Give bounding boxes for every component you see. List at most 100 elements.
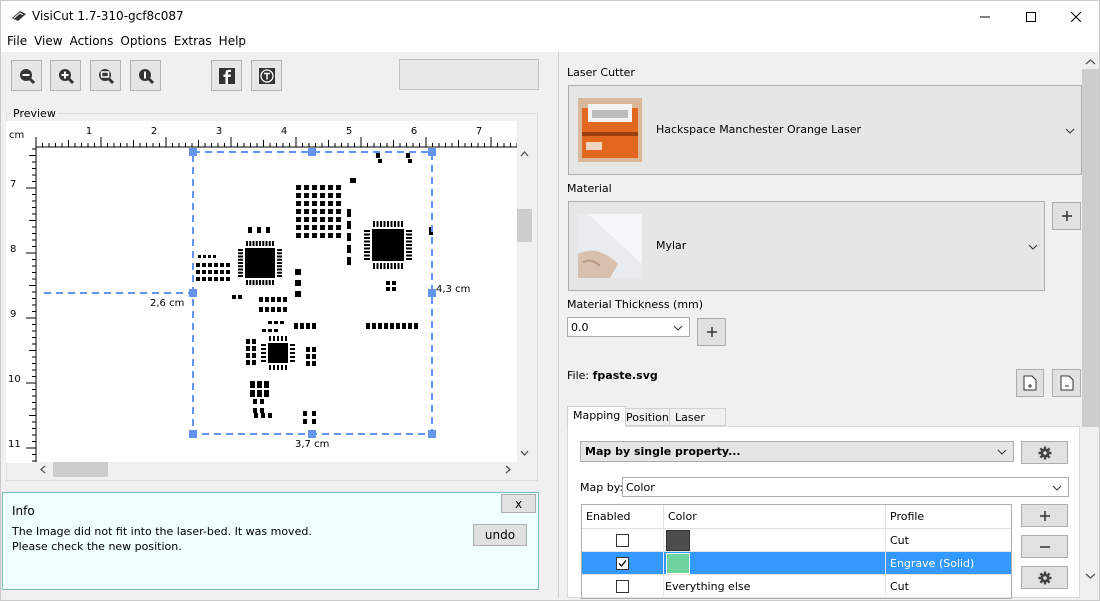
menu-extras[interactable]: Extras [174, 32, 212, 52]
stencil-pad [226, 277, 230, 281]
stencil-pad [295, 280, 301, 286]
plus-icon [1039, 510, 1050, 521]
undo-button[interactable]: undo [473, 524, 527, 546]
scroll-thumb[interactable] [517, 209, 532, 242]
scroll-up-icon[interactable] [517, 147, 532, 162]
remove-mapping-button[interactable] [1021, 535, 1068, 558]
map-by-select[interactable]: Color [622, 477, 1069, 497]
enabled-checkbox[interactable] [616, 534, 629, 547]
facebook-button[interactable] [211, 60, 242, 91]
preview-horizontal-scrollbar[interactable] [34, 462, 517, 477]
resize-handle[interactable] [308, 148, 316, 156]
scroll-thumb[interactable] [53, 462, 108, 477]
preview-vertical-scrollbar[interactable] [517, 145, 532, 463]
zoom-actual-button[interactable] [130, 60, 161, 91]
mapping-select[interactable]: Map by single property... [580, 441, 1014, 462]
tab-laser-settings[interactable]: Laser Settings [669, 408, 727, 442]
zoom-in-button[interactable] [50, 60, 81, 91]
stencil-pad [220, 277, 224, 281]
profile-cell[interactable]: Cut [886, 575, 1011, 598]
resize-handle[interactable] [428, 148, 436, 156]
stencil-pad [336, 201, 341, 206]
scroll-thumb[interactable] [1082, 69, 1099, 427]
dimension-left-label: 2,6 cm [150, 298, 184, 309]
laser-cutter-select[interactable]: Hackspace Manchester Orange Laser [568, 85, 1082, 175]
stencil-pad [294, 323, 298, 329]
mapping-row-settings-button[interactable] [1021, 566, 1068, 589]
profile-cell[interactable]: Engrave (Solid) [886, 552, 1011, 575]
menu-view[interactable]: View [34, 32, 62, 52]
resize-handle[interactable] [308, 430, 316, 438]
close-window-button[interactable] [1053, 1, 1099, 32]
ruler-x-label: 1 [86, 126, 92, 137]
stencil-pad [252, 280, 255, 285]
stencil-pad [238, 255, 243, 258]
table-header-color[interactable]: Color [664, 505, 886, 529]
menu-file[interactable]: File [7, 32, 27, 52]
resize-handle[interactable] [189, 289, 197, 297]
stencil-pad [312, 354, 316, 359]
add-material-button[interactable] [1052, 202, 1081, 230]
stencil-pad [277, 258, 282, 261]
add-thickness-button[interactable] [697, 318, 726, 346]
thickness-select[interactable]: 0.0 [567, 317, 690, 337]
menu-help[interactable]: Help [219, 32, 246, 52]
enabled-checkbox-checked[interactable] [616, 557, 629, 570]
settings-vertical-scrollbar[interactable] [1082, 52, 1099, 598]
stencil-pad [390, 263, 393, 269]
stencil-pad [383, 263, 386, 269]
stencil-pad [306, 354, 310, 359]
scroll-up-icon[interactable] [1082, 55, 1099, 70]
resize-handle[interactable] [189, 430, 197, 438]
stencil-pad [196, 270, 200, 274]
scroll-left-icon[interactable] [36, 462, 51, 477]
enabled-checkbox[interactable] [616, 580, 629, 593]
resize-handle[interactable] [428, 430, 436, 438]
zoom-fit-button[interactable] [90, 60, 121, 91]
menu-options[interactable]: Options [120, 32, 166, 52]
table-row-selected[interactable]: Engrave (Solid) [582, 552, 1011, 575]
table-header-enabled[interactable]: Enabled [582, 505, 664, 529]
preview-canvas[interactable]: cm 1 2 3 4 5 6 7 7 8 9 10 11 2,6 cm 4,3 … [6, 121, 517, 463]
stencil-pad [246, 241, 248, 246]
remove-file-button[interactable] [1052, 369, 1081, 397]
resize-handle[interactable] [189, 148, 197, 156]
add-file-button[interactable] [1016, 369, 1044, 397]
resize-handle[interactable] [428, 289, 436, 297]
stencil-pad [277, 275, 282, 277]
scroll-down-icon[interactable] [1082, 568, 1099, 583]
tab-mapping[interactable]: Mapping [567, 406, 627, 427]
mapping-settings-button[interactable] [1021, 441, 1068, 464]
stencil-pad [397, 221, 400, 227]
table-header-profile[interactable]: Profile [886, 505, 1011, 529]
zoom-out-button[interactable] [11, 60, 42, 91]
stencil-pad [252, 346, 256, 351]
table-row[interactable]: Everything else Cut [582, 575, 1011, 598]
scroll-down-icon[interactable] [517, 445, 532, 460]
stencil-pad [246, 353, 250, 358]
material-label: Material [567, 182, 612, 195]
plus-icon [706, 327, 717, 337]
stencil-pad [283, 307, 287, 312]
scroll-right-icon[interactable] [500, 462, 515, 477]
tab-position[interactable]: Position [620, 408, 675, 426]
stencil-pad [320, 193, 325, 198]
minimize-button[interactable] [962, 1, 1008, 32]
add-mapping-button[interactable] [1021, 504, 1068, 527]
visicut-app-icon [12, 11, 26, 21]
table-row[interactable]: Cut [582, 529, 1011, 552]
thingiverse-button[interactable] [251, 60, 282, 91]
preview-title: Preview [11, 107, 58, 120]
stencil-pad [312, 185, 317, 190]
menu-actions[interactable]: Actions [70, 32, 114, 52]
stencil-pad [397, 263, 400, 269]
stencil-pad [277, 307, 281, 312]
maximize-button[interactable] [1008, 1, 1054, 32]
stencil-pad [213, 255, 216, 258]
profile-cell[interactable]: Cut [886, 529, 1011, 552]
stencil-pad [312, 225, 317, 230]
info-close-button[interactable]: x [501, 494, 536, 513]
material-select[interactable]: Mylar [568, 201, 1045, 291]
stencil-pad [392, 281, 396, 285]
stencil-pad [304, 193, 309, 198]
